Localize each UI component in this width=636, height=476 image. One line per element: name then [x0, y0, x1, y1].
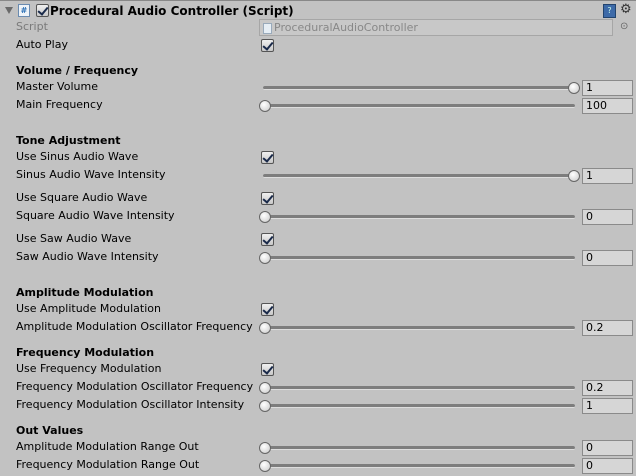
label-frequency-modulation-oscillator-frequency: Frequency Modulation Oscillator Frequenc… — [16, 380, 254, 393]
section-header-tone-adjustment: Tone Adjustment — [16, 134, 121, 147]
script-field[interactable]: ProceduralAudioController — [259, 19, 613, 36]
component-title: Procedural Audio Controller (Script) — [50, 4, 294, 18]
object-picker-icon[interactable]: ⊙ — [620, 21, 628, 32]
value-field-square-audio-wave-intensity[interactable]: 0 — [582, 209, 633, 225]
value-field-amplitude-modulation-range-out[interactable]: 0 — [582, 440, 633, 456]
slider-thumb-master-volume[interactable] — [568, 82, 580, 94]
section-header-volume-frequency: Volume / Frequency — [16, 64, 139, 77]
slider-thumb-saw-audio-wave-intensity[interactable] — [259, 252, 271, 264]
label-square-audio-wave-intensity: Square Audio Wave Intensity — [16, 209, 175, 222]
label-auto-play: Auto Play — [16, 38, 68, 51]
checkbox-use-frequency-modulation[interactable] — [261, 363, 274, 376]
label-use-saw-audio-wave: Use Saw Audio Wave — [16, 232, 132, 245]
slider-thumb-square-audio-wave-intensity[interactable] — [259, 211, 271, 223]
slider-thumb-frequency-modulation-oscillator-intensity[interactable] — [259, 400, 271, 412]
slider-track-frequency-modulation-oscillator-frequency[interactable] — [263, 386, 575, 390]
value-field-frequency-modulation-range-out[interactable]: 0 — [582, 458, 633, 474]
label-master-volume: Master Volume — [16, 80, 98, 93]
slider-thumb-amplitude-modulation-range-out[interactable] — [259, 442, 271, 454]
slider-track-master-volume[interactable] — [263, 86, 575, 90]
slider-track-amplitude-modulation-oscillator-frequency[interactable] — [263, 326, 575, 330]
checkbox-use-amplitude-modulation[interactable] — [261, 303, 274, 316]
value-field-frequency-modulation-oscillator-intensity[interactable]: 1 — [582, 398, 633, 414]
section-header-out-values: Out Values — [16, 424, 84, 437]
label-use-square-audio-wave: Use Square Audio Wave — [16, 191, 148, 204]
label-use-amplitude-modulation: Use Amplitude Modulation — [16, 302, 161, 315]
label-use-frequency-modulation: Use Frequency Modulation — [16, 362, 162, 375]
checkbox-use-saw-audio-wave[interactable] — [261, 233, 274, 246]
value-field-sinus-audio-wave-intensity[interactable]: 1 — [582, 168, 633, 184]
label-main-frequency: Main Frequency — [16, 98, 103, 111]
label-sinus-audio-wave-intensity: Sinus Audio Wave Intensity — [16, 168, 166, 181]
slider-track-frequency-modulation-oscillator-intensity[interactable] — [263, 404, 575, 408]
slider-thumb-amplitude-modulation-oscillator-frequency[interactable] — [259, 322, 271, 334]
slider-thumb-frequency-modulation-oscillator-frequency[interactable] — [259, 382, 271, 394]
slider-track-main-frequency[interactable] — [263, 104, 575, 108]
value-field-frequency-modulation-oscillator-frequency[interactable]: 0.2 — [582, 380, 633, 396]
label-saw-audio-wave-intensity: Saw Audio Wave Intensity — [16, 250, 159, 263]
checkbox-use-square-audio-wave[interactable] — [261, 192, 274, 205]
checkbox-auto-play[interactable] — [261, 39, 274, 52]
value-field-saw-audio-wave-intensity[interactable]: 0 — [582, 250, 633, 266]
help-book-icon[interactable]: ? — [603, 4, 616, 18]
script-value: ProceduralAudioController — [274, 21, 418, 34]
component-header[interactable]: # Procedural Audio Controller (Script) ?… — [0, 1, 636, 19]
label-frequency-modulation-range-out: Frequency Modulation Range Out — [16, 458, 200, 471]
value-field-main-frequency[interactable]: 100 — [582, 98, 633, 114]
slider-thumb-frequency-modulation-range-out[interactable] — [259, 460, 271, 472]
section-header-frequency-modulation: Frequency Modulation — [16, 346, 155, 359]
slider-track-amplitude-modulation-range-out[interactable] — [263, 446, 575, 450]
label-amplitude-modulation-range-out: Amplitude Modulation Range Out — [16, 440, 199, 453]
csharp-script-icon: # — [18, 4, 30, 17]
value-field-amplitude-modulation-oscillator-frequency[interactable]: 0.2 — [582, 320, 633, 336]
script-file-icon — [263, 23, 272, 34]
slider-thumb-sinus-audio-wave-intensity[interactable] — [568, 170, 580, 182]
section-header-amplitude-modulation: Amplitude Modulation — [16, 286, 154, 299]
gear-icon[interactable]: ⚙ — [620, 2, 632, 17]
label-use-sinus-audio-wave: Use Sinus Audio Wave — [16, 150, 139, 163]
script-label: Script — [16, 20, 48, 33]
label-frequency-modulation-oscillator-intensity: Frequency Modulation Oscillator Intensit… — [16, 398, 245, 411]
checkbox-use-sinus-audio-wave[interactable] — [261, 151, 274, 164]
foldout-arrow-icon[interactable] — [5, 7, 13, 14]
slider-track-frequency-modulation-range-out[interactable] — [263, 464, 575, 468]
slider-track-sinus-audio-wave-intensity[interactable] — [263, 174, 575, 178]
value-field-master-volume[interactable]: 1 — [582, 80, 633, 96]
label-amplitude-modulation-oscillator-frequency: Amplitude Modulation Oscillator Frequenc… — [16, 320, 253, 333]
component-enabled-checkbox[interactable] — [36, 4, 49, 17]
slider-thumb-main-frequency[interactable] — [259, 100, 271, 112]
slider-track-square-audio-wave-intensity[interactable] — [263, 215, 575, 219]
slider-track-saw-audio-wave-intensity[interactable] — [263, 256, 575, 260]
